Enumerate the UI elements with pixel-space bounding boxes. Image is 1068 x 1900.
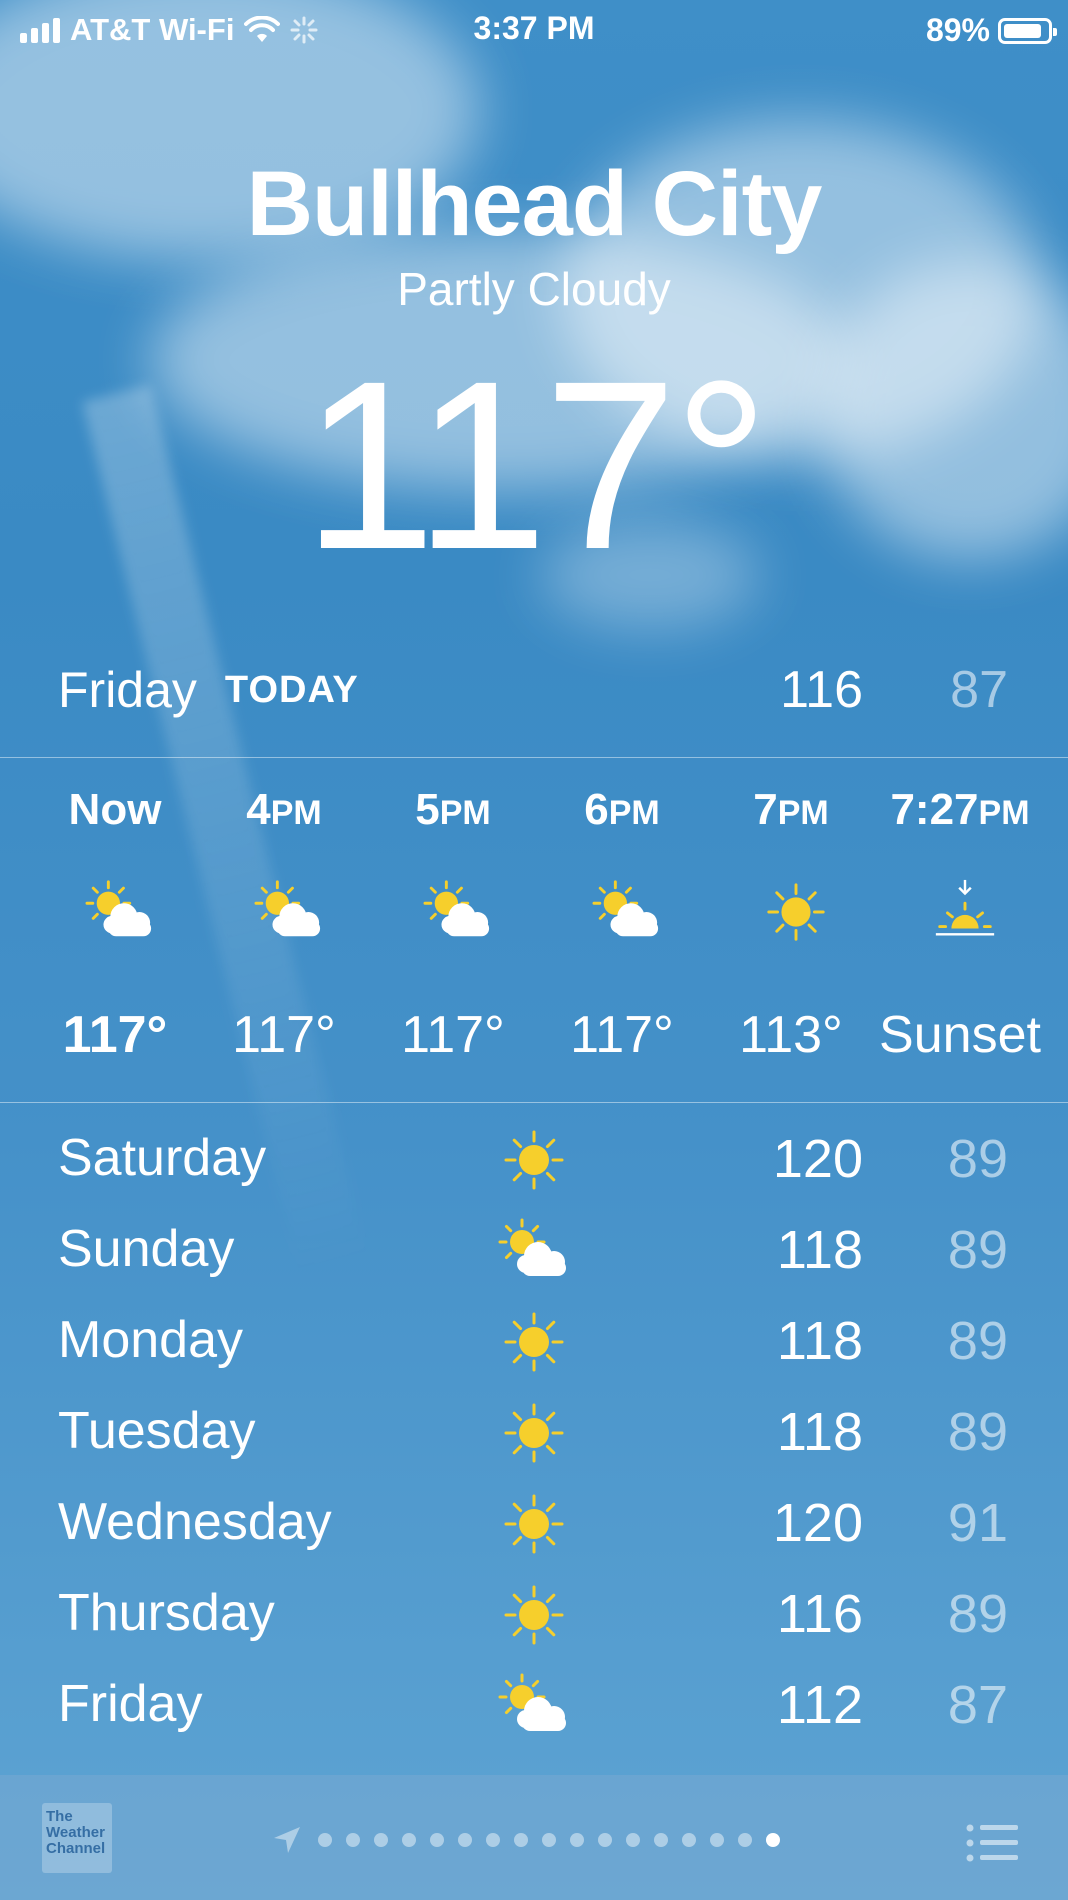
partly-cloudy-icon: [80, 878, 160, 946]
hourly-time: 6PM: [584, 785, 660, 834]
day-name: Wednesday: [58, 1493, 332, 1551]
day-high: 112: [776, 1675, 863, 1735]
page-dot[interactable]: [654, 1833, 668, 1847]
battery-percentage: 89%: [925, 12, 990, 48]
today-low: 87: [950, 661, 1008, 719]
hourly-time: 7PM: [753, 785, 829, 834]
day-name: Sunday: [58, 1220, 235, 1278]
sun-icon: [756, 878, 836, 946]
page-indicator[interactable]: [272, 1825, 780, 1855]
hourly-time: 5PM: [415, 785, 491, 834]
sun-icon: [494, 1489, 574, 1559]
hourly-time: 7:27PM: [890, 785, 1030, 834]
day-high: 118: [776, 1311, 863, 1371]
hourly-temperature: Sunset: [879, 1006, 1041, 1064]
partly-cloudy-icon: [249, 878, 329, 946]
day-low: 89: [947, 1402, 1008, 1462]
weather-channel-logo[interactable]: The Weather Channel: [42, 1803, 112, 1873]
city-name: Bullhead City: [246, 153, 823, 255]
partly-cloudy-icon: [494, 1216, 574, 1286]
battery-icon: [998, 17, 1057, 44]
sun-icon: [494, 1398, 574, 1468]
daily-forecast-row: Tuesday 118 89: [0, 1388, 1068, 1478]
daily-forecast-row: Saturday 120 89: [0, 1115, 1068, 1205]
day-name: Monday: [58, 1311, 243, 1369]
day-low: 89: [947, 1129, 1008, 1189]
daily-forecast-row: Sunday 118 89: [0, 1206, 1068, 1296]
day-name: Thursday: [58, 1584, 275, 1642]
page-dot[interactable]: [374, 1833, 388, 1847]
page-dot[interactable]: [514, 1833, 528, 1847]
daily-forecast-row: Wednesday 120 91: [0, 1479, 1068, 1569]
page-dot[interactable]: [570, 1833, 584, 1847]
day-low: 87: [947, 1675, 1008, 1735]
status-bar: AT&T Wi-Fi 3:37 PM 89%: [0, 0, 1068, 60]
page-dot[interactable]: [626, 1833, 640, 1847]
page-dot[interactable]: [766, 1833, 780, 1847]
day-name: Saturday: [58, 1129, 267, 1187]
day-name: Friday: [58, 1675, 203, 1733]
day-high: 118: [776, 1220, 863, 1280]
divider: [0, 757, 1068, 758]
page-dot[interactable]: [682, 1833, 696, 1847]
page-dot[interactable]: [346, 1833, 360, 1847]
page-dot[interactable]: [430, 1833, 444, 1847]
current-temperature: 117°: [302, 331, 770, 599]
day-low: 91: [947, 1493, 1008, 1553]
page-dot[interactable]: [318, 1833, 332, 1847]
bottom-toolbar: The Weather Channel: [0, 1775, 1068, 1900]
hourly-time: 4PM: [246, 785, 322, 834]
day-high: 120: [772, 1493, 863, 1553]
partly-cloudy-icon: [418, 878, 498, 946]
hourly-temperature: 117°: [570, 1006, 674, 1064]
current-condition: Partly Cloudy: [397, 263, 671, 315]
page-dot[interactable]: [598, 1833, 612, 1847]
page-dot[interactable]: [738, 1833, 752, 1847]
day-low: 89: [947, 1220, 1008, 1280]
page-dot[interactable]: [710, 1833, 724, 1847]
day-name: Tuesday: [58, 1402, 256, 1460]
partly-cloudy-icon: [587, 878, 667, 946]
clock: 3:37 PM: [473, 10, 595, 46]
hourly-forecast-strip[interactable]: Now 117° 4PM 117° 5PM 117° 6PM 117° 7PM: [0, 760, 1068, 1090]
hourly-time: Now: [68, 785, 162, 834]
divider: [0, 1102, 1068, 1103]
day-low: 89: [947, 1584, 1008, 1644]
day-low: 89: [947, 1311, 1008, 1371]
today-summary-row: Friday TODAY 116 87: [58, 655, 1008, 725]
day-high: 116: [776, 1584, 863, 1644]
page-dot[interactable]: [486, 1833, 500, 1847]
sun-icon: [494, 1580, 574, 1650]
city-list-icon[interactable]: [966, 1823, 1018, 1863]
day-high: 120: [772, 1129, 863, 1189]
hourly-temperature: 113°: [739, 1006, 843, 1064]
sun-icon: [494, 1307, 574, 1377]
daily-forecast-row: Thursday 116 89: [0, 1570, 1068, 1660]
page-dot[interactable]: [402, 1833, 416, 1847]
today-day-name: Friday: [58, 662, 197, 718]
hourly-temperature: 117°: [62, 1006, 168, 1064]
page-dot[interactable]: [458, 1833, 472, 1847]
today-label: TODAY: [224, 668, 359, 711]
daily-forecast-row: Monday 118 89: [0, 1297, 1068, 1387]
hourly-temperature: 117°: [232, 1006, 336, 1064]
sunset-icon: [925, 878, 1005, 946]
day-high: 118: [776, 1402, 863, 1462]
hourly-temperature: 117°: [401, 1006, 505, 1064]
sun-icon: [494, 1125, 574, 1195]
daily-forecast-row: Friday 112 87: [0, 1661, 1068, 1751]
partly-cloudy-icon: [494, 1671, 574, 1741]
page-dot[interactable]: [542, 1833, 556, 1847]
today-high: 116: [780, 661, 863, 719]
current-location-arrow-icon: [274, 1827, 300, 1853]
